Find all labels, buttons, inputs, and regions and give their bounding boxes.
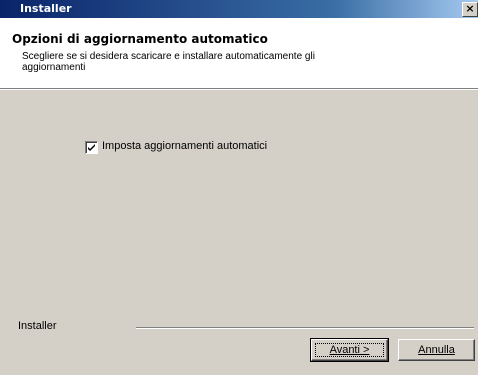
header-panel: Opzioni di aggiornamento automatico Sceg… [0, 18, 478, 88]
page-subtitle: Scegliere se si desidera scaricare e ins… [22, 51, 315, 73]
title-bar: Installer × [0, 0, 478, 18]
cancel-button-label: Annulla [418, 344, 455, 356]
auto-update-label[interactable]: Imposta aggiornamenti automatici [102, 140, 267, 152]
close-icon: × [465, 2, 475, 15]
page-title: Opzioni di aggiornamento automatico [12, 32, 268, 46]
auto-update-checkbox[interactable] [85, 141, 98, 154]
next-button[interactable]: Avanti > [310, 338, 389, 362]
header-divider-highlight [0, 89, 478, 90]
footer-brand: Installer [18, 320, 57, 332]
window-title: Installer [20, 2, 72, 15]
checkmark-icon [88, 144, 95, 151]
footer-divider-highlight [136, 328, 474, 329]
close-button[interactable]: × [462, 2, 478, 17]
next-button-label: Avanti > [329, 344, 370, 356]
cancel-button[interactable]: Annulla [398, 339, 475, 361]
